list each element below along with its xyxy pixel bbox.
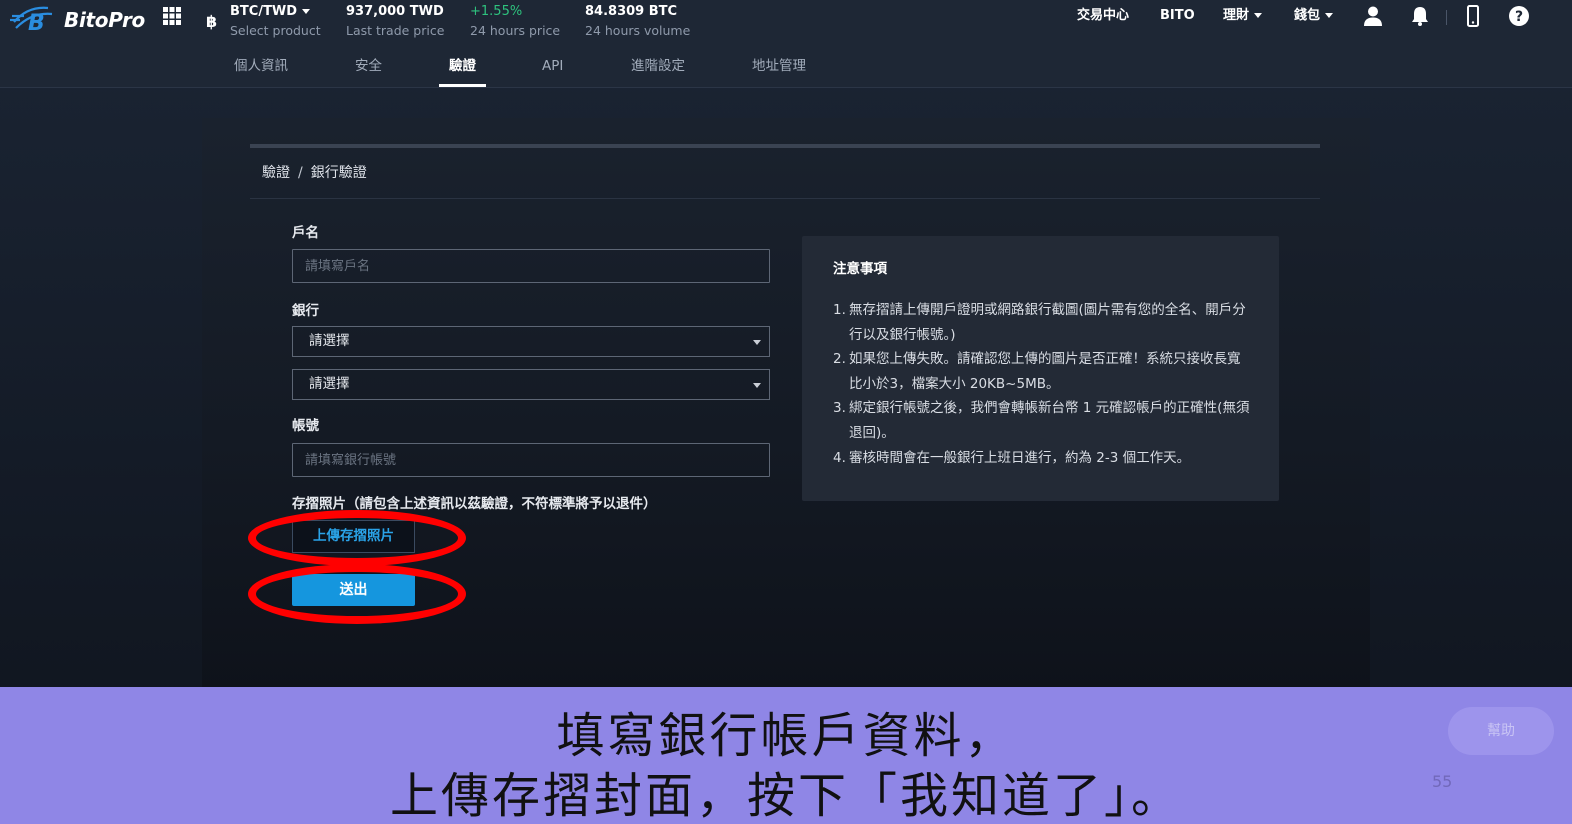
tab-advanced-settings[interactable]: 進階設定 xyxy=(631,55,685,77)
tab-api[interactable]: API xyxy=(542,55,563,77)
header-divider xyxy=(1446,10,1447,25)
logo-text: BitoPro xyxy=(64,8,145,32)
tab-security[interactable]: 安全 xyxy=(355,55,382,77)
card-top-border xyxy=(250,144,1320,148)
tab-address-management[interactable]: 地址管理 xyxy=(752,55,806,77)
user-icon[interactable] xyxy=(1362,5,1384,27)
nav-wallet-menu[interactable]: 錢包 xyxy=(1294,6,1334,26)
notice-item-number: 4. xyxy=(833,449,846,466)
notice-item-text: 如果您上傳失敗。請確認您上傳的圖片是否正確！系統只接收長寬比小於3，檔案大小 2… xyxy=(849,351,1241,392)
submit-button[interactable]: 送出 xyxy=(292,574,415,606)
chevron-down-icon xyxy=(302,9,311,14)
top-header: B BitoPro ฿ BTC/TWD Select product 937,0… xyxy=(0,0,1572,88)
account-number-label: 帳號 xyxy=(292,418,319,434)
bank-select[interactable]: 請選擇 xyxy=(292,326,770,357)
notice-item: 2. 如果您上傳失敗。請確認您上傳的圖片是否正確！系統只接收長寬比小於3，檔案大小… xyxy=(833,347,1253,396)
notice-item-text: 審核時間會在一般銀行上班日進行，約為 2-3 個工作天。 xyxy=(849,449,1191,466)
notice-list: 1. 無存摺請上傳開戶證明或網路銀行截圖(圖片需有您的全名、開戶分行以及銀行帳號。… xyxy=(833,298,1253,470)
account-number-input[interactable] xyxy=(292,443,770,477)
account-name-label: 戶名 xyxy=(292,225,319,241)
notice-item-text: 無存摺請上傳開戶證明或網路銀行截圖(圖片需有您的全名、開戶分行以及銀行帳號。) xyxy=(849,302,1246,343)
notice-item-text: 綁定銀行帳號之後，我們會轉帳新台幣 1 元確認帳戶的正確性(無須退回)。 xyxy=(849,400,1250,441)
tab-personal-info[interactable]: 個人資訊 xyxy=(234,55,288,77)
volume-value: 84.8309 BTC xyxy=(585,4,678,19)
notice-item: 3. 綁定銀行帳號之後，我們會轉帳新台幣 1 元確認帳戶的正確性(無須退回)。 xyxy=(833,396,1253,445)
volume-24h: 84.8309 BTC 24 hours volume xyxy=(585,3,690,40)
pair-value: BTC/TWD xyxy=(230,4,298,19)
price-change: +1.55% 24 hours price xyxy=(470,3,560,40)
caption-line-2: 上傳存摺封面，按下「我知道了」。 xyxy=(389,768,1182,824)
passbook-photo-label: 存摺照片（請包含上述資訊以茲驗證，不符標準將予以退件） xyxy=(292,496,657,512)
branch-select-value: 請選擇 xyxy=(309,376,350,392)
volume-label: 24 hours volume xyxy=(585,23,691,38)
notice-item: 4. 審核時間會在一般銀行上班日進行，約為 2-3 個工作天。 xyxy=(833,446,1253,471)
chevron-down-icon xyxy=(1325,13,1334,18)
svg-text:B: B xyxy=(28,11,45,36)
active-tab-indicator xyxy=(439,84,486,87)
breadcrumb-separator: / xyxy=(298,165,303,181)
tab-verification[interactable]: 驗證 xyxy=(449,55,476,77)
notice-item-number: 3. xyxy=(833,400,846,417)
chevron-down-icon xyxy=(1254,13,1263,18)
help-icon[interactable]: ? xyxy=(1508,5,1530,27)
pair-label: Select product xyxy=(230,23,321,38)
nav-trading-center[interactable]: 交易中心 xyxy=(1077,6,1129,26)
last-trade-label: Last trade price xyxy=(346,23,445,38)
last-trade-price: 937,000 TWD Last trade price xyxy=(346,3,444,40)
chevron-down-icon xyxy=(753,340,761,345)
price-change-label: 24 hours price xyxy=(470,23,561,38)
notice-item-number: 2. xyxy=(833,351,846,368)
notice-item-number: 1. xyxy=(833,302,846,318)
notice-item: 1. 無存摺請上傳開戶證明或網路銀行截圖(圖片需有您的全名、開戶分行以及銀行帳號。… xyxy=(833,298,1253,347)
notice-panel: 注意事項 1. 無存摺請上傳開戶證明或網路銀行截圖(圖片需有您的全名、開戶分行以及… xyxy=(802,236,1279,501)
svg-text:?: ? xyxy=(1515,9,1523,25)
account-name-input[interactable] xyxy=(292,249,770,283)
nav-finance-label: 理財 xyxy=(1223,8,1250,23)
bitopro-logo[interactable]: B BitoPro xyxy=(10,2,145,38)
bitopro-logo-icon: B xyxy=(10,6,53,36)
bank-select-value: 請選擇 xyxy=(309,333,350,349)
apps-grid-icon[interactable] xyxy=(163,7,181,25)
chevron-down-icon xyxy=(753,383,761,388)
bitcoin-icon: ฿ xyxy=(206,12,218,31)
notice-title: 注意事項 xyxy=(833,261,887,277)
bank-label: 銀行 xyxy=(292,303,319,319)
breadcrumb-divider xyxy=(250,198,1320,199)
bank-verification-card: 驗證 / 銀行驗證 戶名 銀行 請選擇 請選擇 帳號 存摺照片（請包含上述資訊以茲驗… xyxy=(202,118,1370,698)
nav-bito[interactable]: BITO xyxy=(1160,6,1195,26)
bell-icon[interactable] xyxy=(1409,5,1431,27)
nav-finance-menu[interactable]: 理財 xyxy=(1223,6,1263,26)
last-trade-value: 937,000 TWD xyxy=(346,4,444,19)
breadcrumb-current: 銀行驗證 xyxy=(310,165,367,181)
branch-select[interactable]: 請選擇 xyxy=(292,369,770,400)
breadcrumb-root[interactable]: 驗證 xyxy=(262,165,290,181)
breadcrumb: 驗證 / 銀行驗證 xyxy=(262,162,367,184)
upload-passbook-button[interactable]: 上傳存摺照片 xyxy=(292,520,415,553)
mobile-icon[interactable] xyxy=(1462,5,1484,27)
price-change-value: +1.55% xyxy=(470,4,523,19)
pair-selector[interactable]: BTC/TWD Select product xyxy=(230,3,321,40)
nav-wallet-label: 錢包 xyxy=(1294,8,1321,23)
